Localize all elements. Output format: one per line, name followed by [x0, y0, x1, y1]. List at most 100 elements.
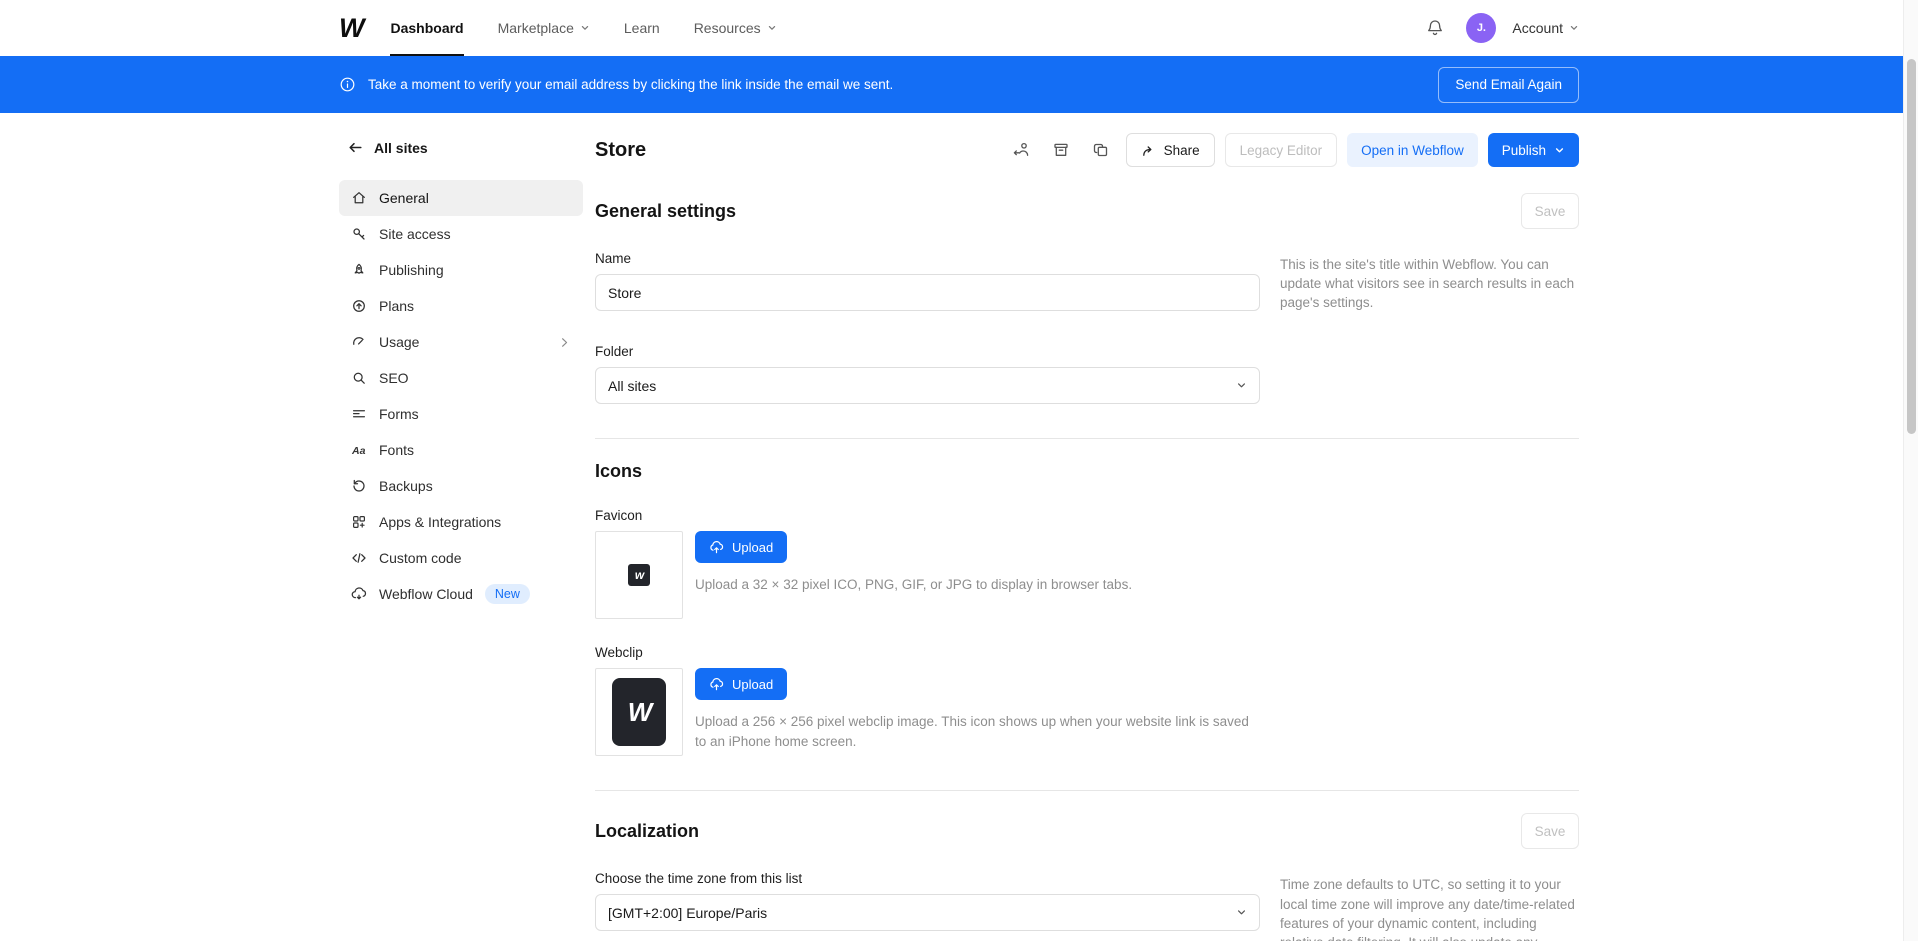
- favicon-upload-button[interactable]: Upload: [695, 531, 787, 563]
- settings-sidebar: All sites General Site access Publishing: [339, 133, 583, 612]
- sidebar-item-label: Apps & Integrations: [379, 514, 501, 530]
- folder-select[interactable]: All sites: [595, 367, 1260, 404]
- nav-tab-resources[interactable]: Resources: [694, 0, 777, 56]
- sidebar-item-label: SEO: [379, 370, 409, 386]
- nav-tab-learn[interactable]: Learn: [624, 0, 660, 56]
- new-badge: New: [485, 584, 530, 604]
- settings-menu: General Site access Publishing Plans: [339, 180, 583, 612]
- info-icon: [339, 76, 356, 93]
- chevron-down-icon: [767, 23, 777, 33]
- arrow-left-icon: [347, 139, 364, 156]
- sidebar-item-fonts[interactable]: Aa Fonts: [339, 432, 583, 468]
- favicon-help-text: Upload a 32 × 32 pixel ICO, PNG, GIF, or…: [695, 575, 1132, 595]
- sidebar-item-webflow-cloud[interactable]: Webflow Cloud New: [339, 576, 583, 612]
- chevron-down-icon: [1569, 23, 1579, 33]
- nav-tab-label: Learn: [624, 20, 660, 36]
- timezone-select[interactable]: [GMT+2:00] Europe/Paris: [595, 894, 1260, 931]
- gauge-icon: [351, 334, 367, 350]
- search-icon: [351, 370, 367, 386]
- timezone-selected-value: [GMT+2:00] Europe/Paris: [608, 905, 767, 921]
- sidebar-item-site-access[interactable]: Site access: [339, 216, 583, 252]
- name-label: Name: [595, 251, 1260, 266]
- duplicate-site-icon[interactable]: [1086, 134, 1116, 166]
- sidebar-item-label: Site access: [379, 226, 451, 242]
- publish-button[interactable]: Publish: [1488, 133, 1579, 167]
- sidebar-item-plans[interactable]: Plans: [339, 288, 583, 324]
- sidebar-item-forms[interactable]: Forms: [339, 396, 583, 432]
- webflow-site-settings-page: W Dashboard Marketplace Learn Resources: [0, 0, 1918, 941]
- upload-icon: [709, 540, 724, 555]
- archive-site-icon[interactable]: [1046, 134, 1076, 166]
- verify-email-banner: Take a moment to verify your email addre…: [0, 56, 1918, 113]
- nav-tab-marketplace[interactable]: Marketplace: [498, 0, 590, 56]
- webclip-label: Webclip: [595, 645, 1579, 660]
- lines-icon: [351, 406, 367, 422]
- sidebar-item-custom-code[interactable]: Custom code: [339, 540, 583, 576]
- banner-message: Take a moment to verify your email addre…: [368, 77, 893, 92]
- sidebar-item-label: General: [379, 190, 429, 206]
- nav-tab-label: Marketplace: [498, 20, 574, 36]
- arrow-up-circle-icon: [351, 298, 367, 314]
- transfer-site-icon[interactable]: [1006, 134, 1036, 166]
- account-menu[interactable]: Account: [1512, 20, 1579, 36]
- localization-heading: Localization: [595, 821, 699, 842]
- nav-tab-dashboard[interactable]: Dashboard: [390, 0, 463, 56]
- sidebar-item-label: Webflow Cloud: [379, 586, 473, 602]
- sidebar-item-label: Usage: [379, 334, 419, 350]
- section-divider: [595, 790, 1579, 791]
- general-save-button: Save: [1521, 193, 1579, 229]
- sidebar-item-apps-integrations[interactable]: Apps & Integrations: [339, 504, 583, 540]
- sidebar-item-seo[interactable]: SEO: [339, 360, 583, 396]
- back-to-all-sites[interactable]: All sites: [339, 133, 583, 162]
- code-icon: [351, 550, 367, 566]
- share-button[interactable]: Share: [1126, 133, 1215, 167]
- sidebar-item-label: Custom code: [379, 550, 461, 566]
- open-in-webflow-button[interactable]: Open in Webflow: [1347, 133, 1478, 167]
- send-email-again-button[interactable]: Send Email Again: [1438, 67, 1579, 103]
- chevron-down-icon: [1554, 145, 1565, 156]
- scrollbar-thumb[interactable]: [1907, 59, 1916, 434]
- rocket-icon: [351, 262, 367, 278]
- nav-tab-label: Resources: [694, 20, 761, 36]
- timezone-help-text: Time zone defaults to UTC, so setting it…: [1280, 871, 1579, 941]
- Aa-icon: Aa: [351, 442, 367, 458]
- back-label: All sites: [374, 140, 428, 156]
- share-label: Share: [1164, 143, 1200, 158]
- user-avatar[interactable]: J.: [1466, 13, 1496, 43]
- restore-icon: [351, 478, 367, 494]
- share-arrow-icon: [1141, 143, 1156, 158]
- webflow-logo-icon[interactable]: W: [339, 0, 362, 56]
- chevron-down-icon: [580, 23, 590, 33]
- favicon-label: Favicon: [595, 508, 1579, 523]
- localization-save-button: Save: [1521, 813, 1579, 849]
- vertical-scrollbar[interactable]: [1903, 0, 1918, 941]
- chevron-right-icon: [558, 336, 571, 349]
- sidebar-item-general[interactable]: General: [339, 180, 583, 216]
- upload-label: Upload: [732, 540, 773, 555]
- notifications-bell-icon[interactable]: [1420, 12, 1450, 44]
- sidebar-item-publishing[interactable]: Publishing: [339, 252, 583, 288]
- timezone-label: Choose the time zone from this list: [595, 871, 1260, 886]
- upload-icon: [709, 677, 724, 692]
- site-name-input[interactable]: [595, 274, 1260, 311]
- main-panel: Store Share: [595, 133, 1579, 941]
- sidebar-item-label: Plans: [379, 298, 414, 314]
- chevron-down-icon: [1236, 380, 1247, 391]
- name-help-text: This is the site's title within Webflow.…: [1280, 251, 1579, 312]
- folder-label: Folder: [595, 344, 1260, 359]
- sidebar-item-label: Publishing: [379, 262, 444, 278]
- top-navigation: W Dashboard Marketplace Learn Resources: [0, 0, 1918, 56]
- publish-label: Publish: [1502, 143, 1546, 158]
- sidebar-item-usage[interactable]: Usage: [339, 324, 583, 360]
- legacy-editor-button: Legacy Editor: [1225, 133, 1338, 167]
- webclip-help-text: Upload a 256 × 256 pixel webclip image. …: [695, 712, 1255, 751]
- sidebar-item-label: Forms: [379, 406, 419, 422]
- chevron-down-icon: [1236, 907, 1247, 918]
- webclip-upload-button[interactable]: Upload: [695, 668, 787, 700]
- account-label: Account: [1512, 20, 1563, 36]
- folder-selected-value: All sites: [608, 378, 656, 394]
- key-icon: [351, 226, 367, 242]
- sidebar-item-backups[interactable]: Backups: [339, 468, 583, 504]
- icons-heading: Icons: [595, 461, 642, 482]
- general-settings-heading: General settings: [595, 201, 736, 222]
